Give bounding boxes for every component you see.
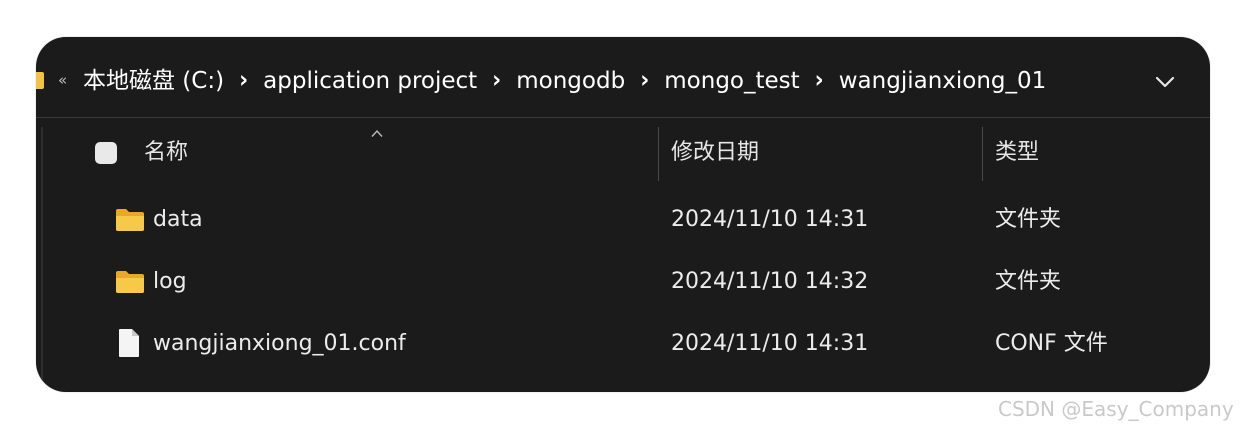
file-name: log — [153, 269, 187, 294]
folder-icon — [116, 271, 144, 293]
breadcrumb-separator-icon[interactable]: › — [815, 62, 824, 99]
breadcrumb-item-drive-c[interactable]: 本地磁盘 (C:) — [83, 64, 224, 98]
column-divider[interactable] — [658, 127, 659, 181]
file-modified: 2024/11/10 14:31 — [671, 207, 869, 232]
file-row-conf[interactable]: wangjianxiong_01.conf 2024/11/10 14:31 C… — [36, 313, 1210, 375]
breadcrumb-overflow-button[interactable]: « — [58, 70, 67, 90]
file-name: data — [153, 207, 203, 232]
sort-ascending-icon — [371, 129, 383, 137]
breadcrumb: 本地磁盘 (C:) › application project › mongod… — [83, 64, 1046, 98]
file-type: 文件夹 — [995, 207, 1062, 232]
select-all-checkbox[interactable] — [95, 142, 117, 164]
column-divider[interactable] — [982, 127, 983, 181]
explorer-window: « 本地磁盘 (C:) › application project › mong… — [36, 37, 1210, 392]
chevron-down-icon[interactable] — [1150, 67, 1180, 97]
breadcrumb-separator-icon[interactable]: › — [492, 62, 501, 99]
file-row-data[interactable]: data 2024/11/10 14:31 文件夹 — [36, 189, 1210, 251]
breadcrumb-item-wangjianxiong-01[interactable]: wangjianxiong_01 — [839, 64, 1047, 98]
file-row-log[interactable]: log 2024/11/10 14:32 文件夹 — [36, 251, 1210, 313]
file-modified: 2024/11/10 14:32 — [671, 269, 869, 294]
file-type: 文件夹 — [995, 269, 1062, 294]
address-bar[interactable]: « 本地磁盘 (C:) › application project › mong… — [36, 37, 1210, 118]
file-modified: 2024/11/10 14:31 — [671, 331, 869, 356]
watermark: CSDN @Easy_Company — [998, 397, 1234, 421]
column-header-modified[interactable]: 修改日期 — [671, 138, 759, 168]
folder-icon — [116, 209, 144, 231]
file-type: CONF 文件 — [995, 331, 1108, 356]
breadcrumb-item-application-project[interactable]: application project — [263, 64, 477, 98]
breadcrumb-separator-icon[interactable]: › — [640, 62, 649, 99]
file-icon — [119, 329, 139, 357]
file-name: wangjianxiong_01.conf — [153, 331, 406, 356]
breadcrumb-item-mongodb[interactable]: mongodb — [516, 64, 625, 98]
column-header-type[interactable]: 类型 — [995, 138, 1039, 168]
breadcrumb-item-mongo-test[interactable]: mongo_test — [664, 64, 799, 98]
folder-icon — [36, 72, 44, 89]
breadcrumb-separator-icon[interactable]: › — [239, 62, 248, 99]
column-header-name[interactable]: 名称 — [144, 138, 188, 168]
